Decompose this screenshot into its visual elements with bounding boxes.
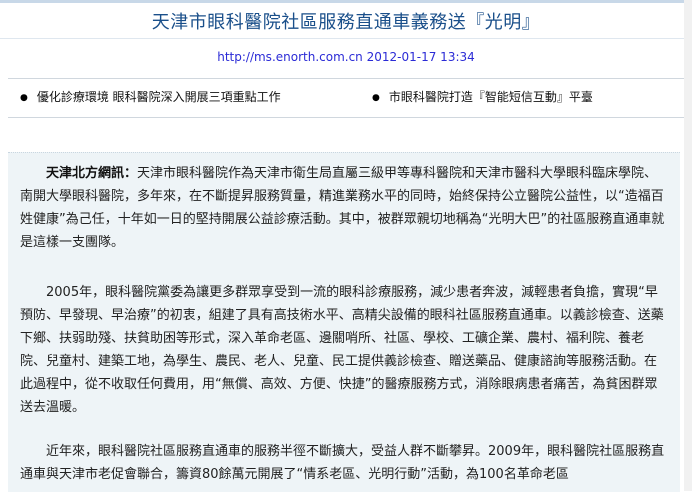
scrollbar[interactable] xyxy=(684,0,692,491)
article-meta: http://ms.enorth.com.cn 2012-01-17 13:34 xyxy=(0,50,692,64)
article-body: 天津北方網訊：天津市眼科醫院作為天津市衛生局直屬三級甲等專科醫院和天津市醫科大學… xyxy=(8,152,680,492)
related-link[interactable]: ● 優化診療環境 眼科醫院深入開展三項重點工作 xyxy=(20,88,281,105)
related-links-box: ● 優化診療環境 眼科醫院深入開展三項重點工作 ● 市眼科醫院打造『智能短信互動』平… xyxy=(8,78,684,118)
bullet-icon: ● xyxy=(372,93,380,103)
article-paragraph: 天津北方網訊：天津市眼科醫院作為天津市衛生局直屬三級甲等專科醫院和天津市醫科大學… xyxy=(20,162,668,254)
title-divider xyxy=(0,38,692,39)
related-link-label[interactable]: 市眼科醫院打造『智能短信互動』平臺 xyxy=(389,90,593,104)
article-paragraph: 近年來，眼科醫院社區服務直通車的服務半徑不斷擴大，受益人群不斷攀昇。2009年，… xyxy=(20,444,665,482)
publish-timestamp: 2012-01-17 13:34 xyxy=(366,50,475,64)
related-link[interactable]: ● 市眼科醫院打造『智能短信互動』平臺 xyxy=(372,88,593,105)
related-link-label[interactable]: 優化診療環境 眼科醫院深入開展三項重點工作 xyxy=(37,90,281,104)
source-url-link[interactable]: http://ms.enorth.com.cn xyxy=(217,50,363,64)
page-title: 天津市眼科醫院社區服務直通車義務送『光明』 xyxy=(151,12,541,33)
news-source-label: 天津北方網訊： xyxy=(46,166,138,181)
article-paragraph: 2005年，眼科醫院黨委為讓更多群眾享受到一流的眼科診療服務，減少患者奔波，減輕… xyxy=(20,285,664,415)
bullet-icon: ● xyxy=(20,93,28,103)
top-border xyxy=(0,0,692,3)
